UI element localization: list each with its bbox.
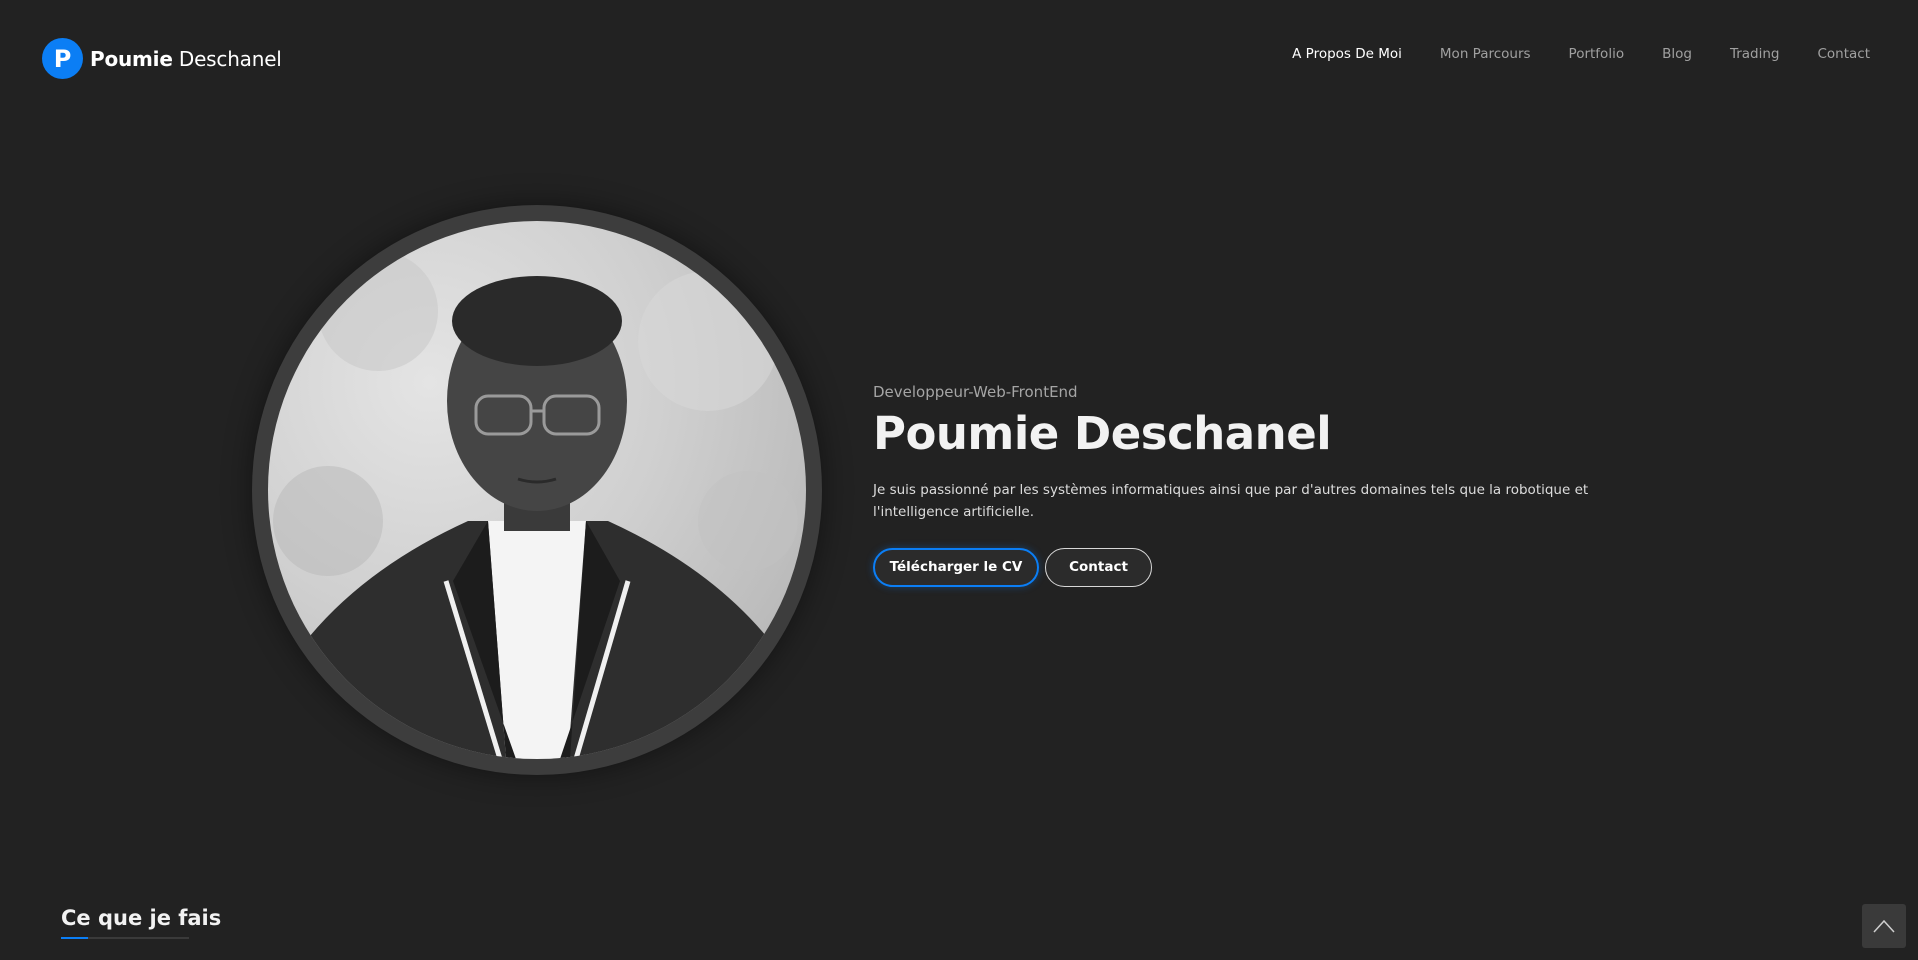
nav-item-portfolio[interactable]: Portfolio [1569, 46, 1625, 62]
nav-item-mon-parcours[interactable]: Mon Parcours [1440, 46, 1531, 62]
hero-text: Developpeur-Web-FrontEnd Poumie Deschane… [873, 383, 1633, 587]
hero-buttons: Télécharger le CV Contact [873, 547, 1633, 587]
site-logo[interactable]: P Poumie Deschanel [42, 38, 282, 79]
site-header: P Poumie Deschanel A Propos De Moi Mon P… [0, 0, 1918, 115]
profile-photo [268, 221, 806, 759]
avatar-ring [252, 205, 822, 775]
section-title: Ce que je fais [61, 906, 222, 930]
main-nav: A Propos De Moi Mon Parcours Portfolio B… [1254, 46, 1870, 62]
nav-item-contact[interactable]: Contact [1817, 46, 1870, 62]
chevron-up-icon [1873, 919, 1895, 933]
nav-item-a-propos[interactable]: A Propos De Moi [1292, 46, 1402, 62]
hero-subtitle: Developpeur-Web-FrontEnd [873, 383, 1078, 401]
hero-title: Poumie Deschanel [873, 407, 1332, 460]
section-divider-accent [61, 937, 88, 939]
page: P Poumie Deschanel A Propos De Moi Mon P… [0, 0, 1918, 960]
logo-last-name: Deschanel [178, 46, 282, 71]
logo-first-name: Poumie [90, 46, 173, 71]
nav-item-trading[interactable]: Trading [1730, 46, 1780, 62]
logo-text: Poumie Deschanel [90, 47, 282, 71]
logo-badge: P [42, 38, 83, 79]
profile-photo-illustration [268, 251, 806, 759]
download-cv-button[interactable]: Télécharger le CV [873, 547, 1039, 587]
contact-button[interactable]: Contact [1045, 547, 1152, 587]
scroll-top-button[interactable] [1862, 904, 1906, 948]
hero-description: Je suis passionné par les systèmes infor… [873, 481, 1589, 520]
nav-item-blog[interactable]: Blog [1662, 46, 1692, 62]
